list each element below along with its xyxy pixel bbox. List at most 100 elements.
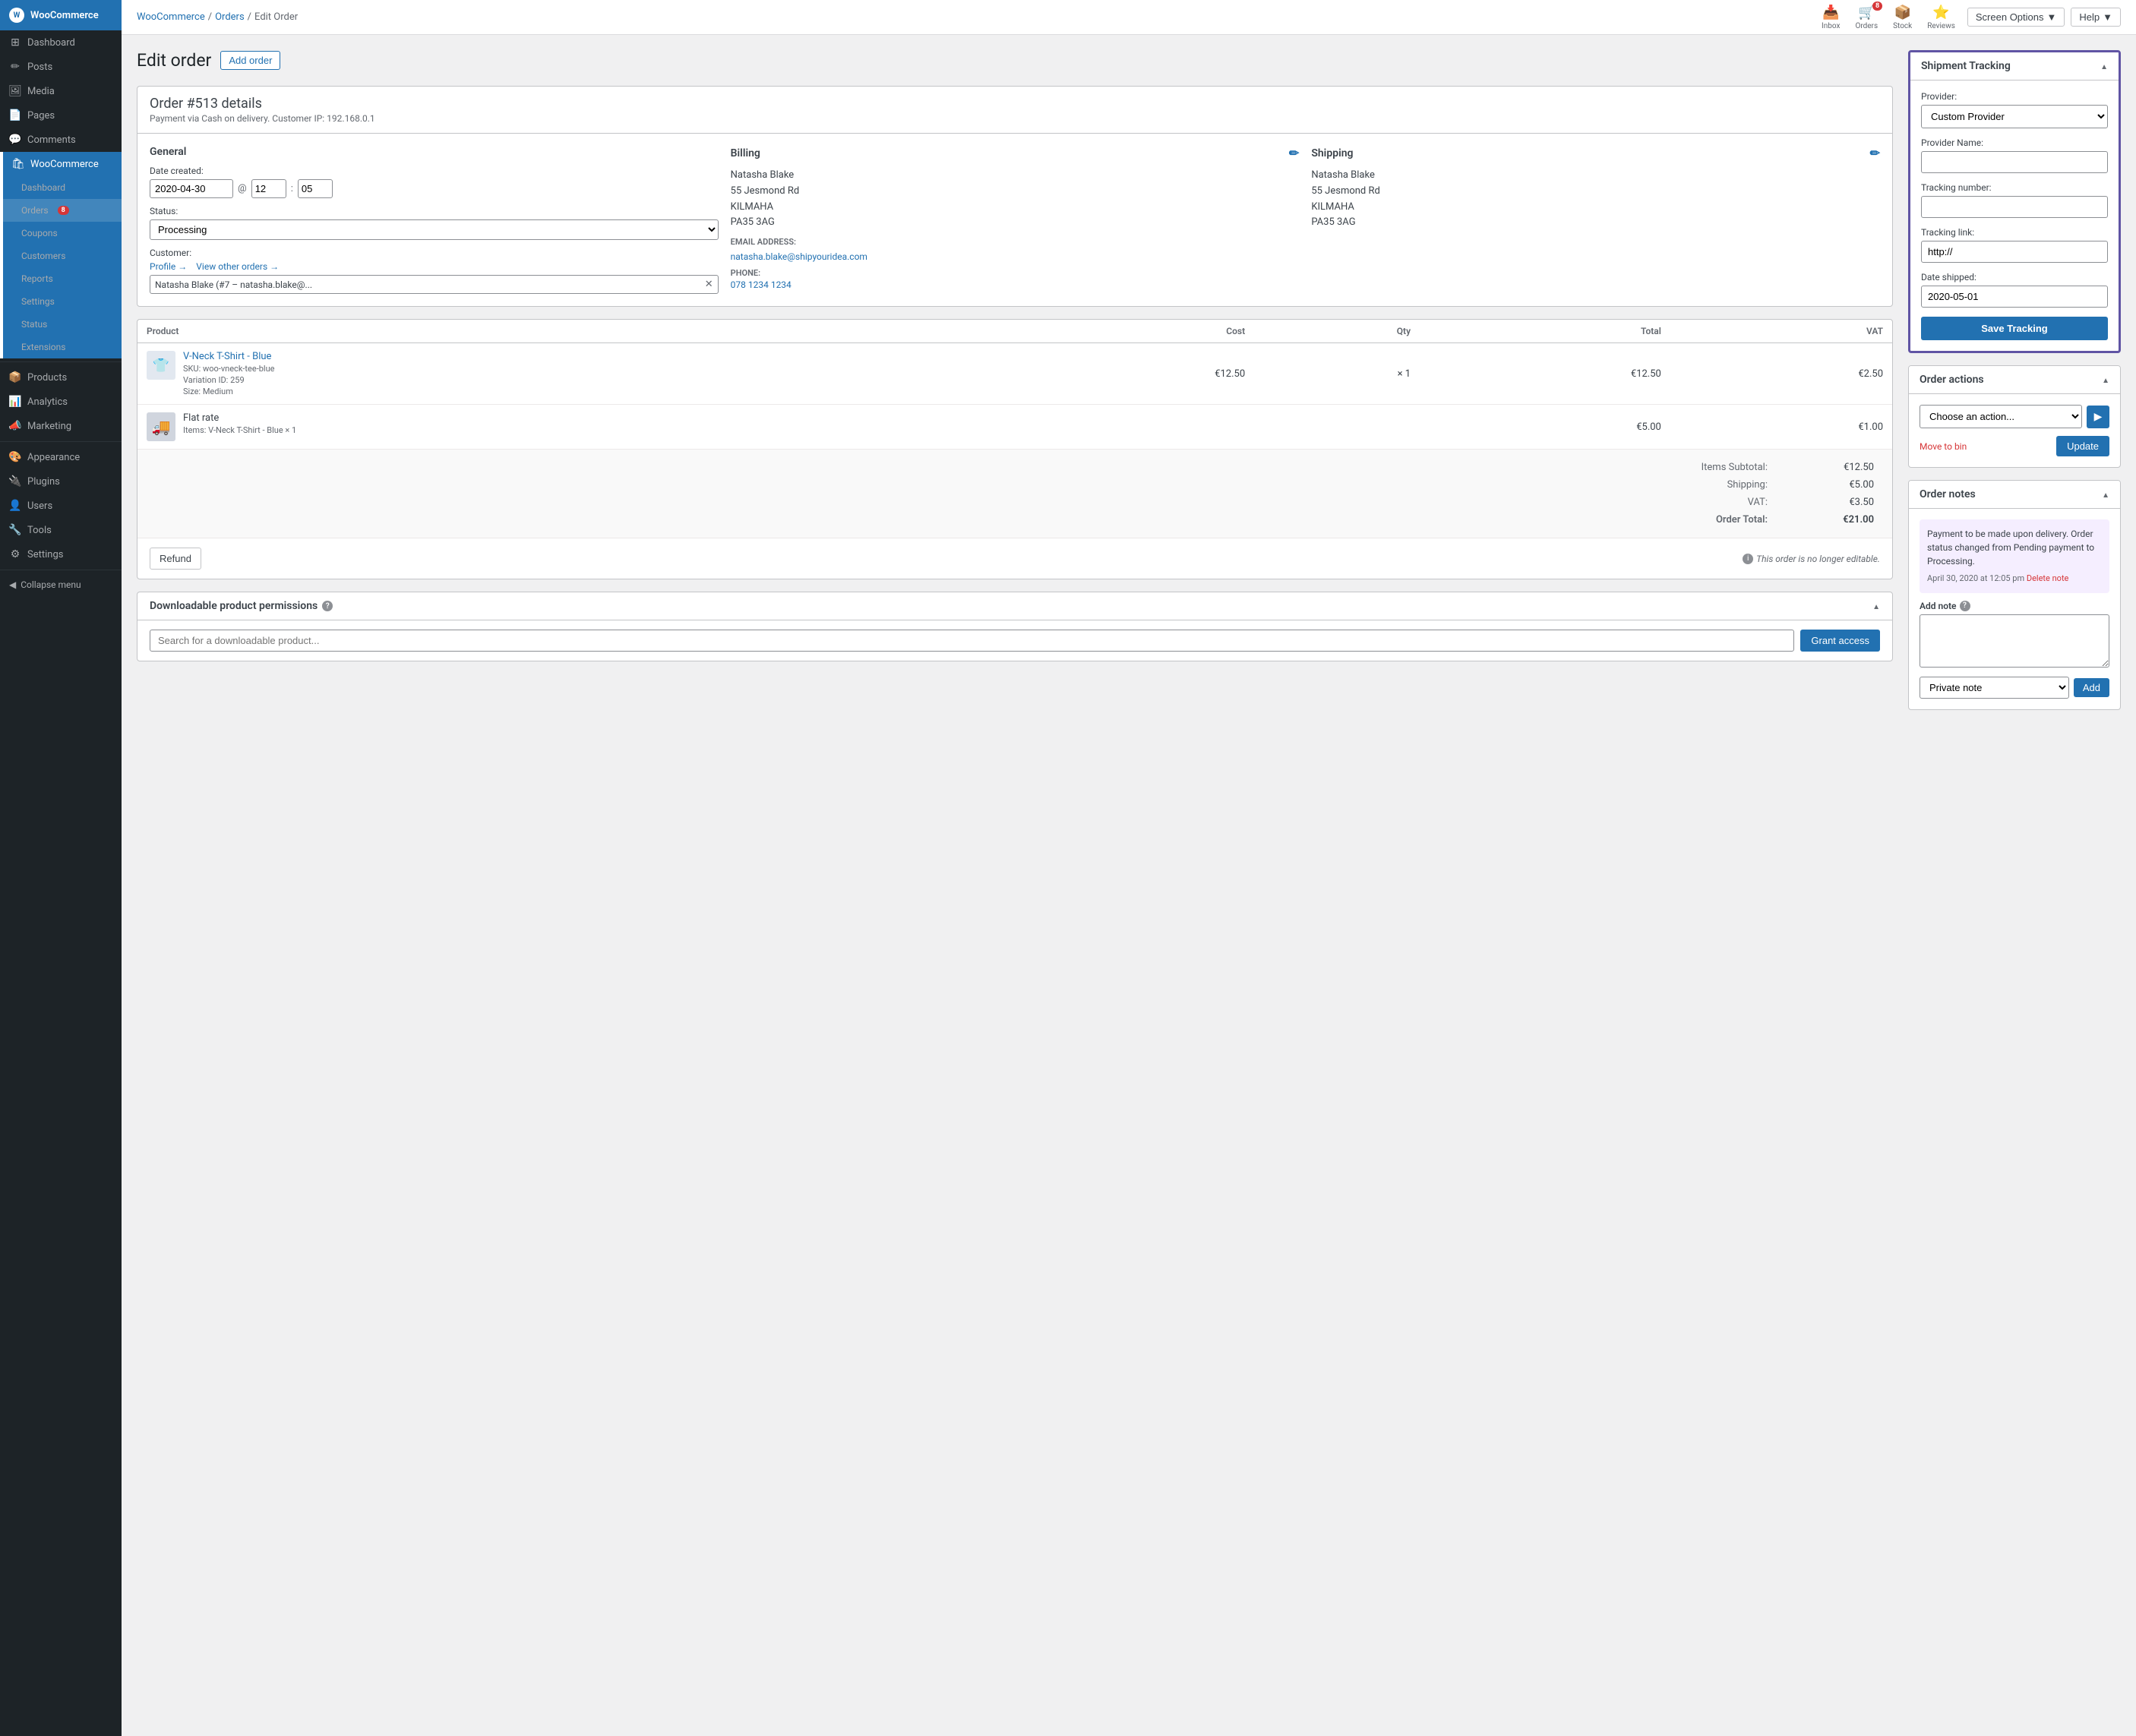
update-button[interactable]: Update	[2056, 436, 2109, 456]
plugins-icon: 🔌	[9, 475, 21, 488]
grant-access-button[interactable]: Grant access	[1800, 630, 1880, 652]
shipping-name: Flat rate	[183, 412, 219, 424]
tracking-number-label: Tracking number:	[1921, 182, 2108, 193]
note-text: Payment to be made upon delivery. Order …	[1927, 529, 2094, 567]
breadcrumb: WooCommerce / Orders / Edit Order	[137, 11, 298, 23]
customer-clear[interactable]: ✕	[705, 279, 713, 290]
status-label: Status	[21, 319, 47, 330]
date-created-label: Date created:	[150, 166, 719, 176]
tracking-number-input[interactable]	[1921, 196, 2108, 218]
product-name-link[interactable]: V-Neck T-Shirt - Blue	[183, 351, 271, 362]
sidebar-logo-label: WooCommerce	[30, 10, 99, 21]
breadcrumb-woocommerce[interactable]: WooCommerce	[137, 11, 205, 23]
provider-select[interactable]: Custom Provider	[1921, 105, 2108, 128]
shipping-edit-icon[interactable]: ✏	[1870, 146, 1880, 160]
downloadable-search-row: Grant access	[150, 630, 1880, 652]
billing-edit-icon[interactable]: ✏	[1289, 146, 1299, 160]
sidebar-item-products[interactable]: 📦 Products	[0, 365, 122, 390]
sidebar-item-woocommerce[interactable]: 🛍 WooCommerce	[3, 152, 122, 176]
billing-email[interactable]: natasha.blake@shipyouridea.com	[731, 251, 1300, 262]
reviews-icon-item[interactable]: ⭐ Reviews	[1927, 5, 1955, 30]
analytics-icon: 📊	[9, 396, 21, 408]
shipping-qty-empty	[1254, 405, 1420, 450]
stock-icon-item[interactable]: 📦 Stock	[1893, 5, 1912, 30]
date-shipped-input[interactable]	[1921, 286, 2108, 308]
billing-phone[interactable]: 078 1234 1234	[731, 279, 1300, 290]
stock-icon: 📦	[1894, 5, 1910, 21]
billing-name: Natasha Blake	[731, 168, 1300, 184]
sidebar-item-plugins[interactable]: 🔌 Plugins	[0, 469, 122, 494]
add-order-button[interactable]: Add order	[220, 51, 280, 70]
provider-name-input[interactable]	[1921, 151, 2108, 173]
sidebar-item-settings[interactable]: Settings	[3, 290, 122, 313]
product-image: 👕	[147, 351, 175, 380]
sidebar-item-woo-dashboard[interactable]: Dashboard	[3, 176, 122, 199]
shipping-city: KILMAHA	[1311, 200, 1880, 216]
sidebar-item-label: Settings	[27, 549, 63, 560]
orders-icon-item[interactable]: 🛒 8 Orders	[1855, 5, 1878, 30]
inbox-icon-item[interactable]: 📥 Inbox	[1822, 5, 1840, 30]
action-select[interactable]: Choose an action...	[1920, 405, 2082, 428]
note-meta: April 30, 2020 at 12:05 pm Delete note	[1927, 573, 2102, 586]
order-number: Order #513 details	[150, 96, 1880, 112]
shipping-address: Natasha Blake 55 Jesmond Rd KILMAHA PA35…	[1311, 168, 1880, 231]
breadcrumb-orders[interactable]: Orders	[215, 11, 245, 23]
sidebar-item-label: Appearance	[27, 452, 80, 463]
profile-link[interactable]: Profile →	[150, 261, 187, 272]
sidebar-item-coupons[interactable]: Coupons	[3, 222, 122, 245]
tracking-link-input[interactable]	[1921, 241, 2108, 263]
sidebar-item-customers[interactable]: Customers	[3, 245, 122, 267]
sidebar-item-orders[interactable]: Orders 8	[3, 199, 122, 222]
screen-options-button[interactable]: Screen Options ▼	[1967, 8, 2065, 27]
sidebar-item-posts[interactable]: ✏ Posts	[0, 55, 122, 79]
sidebar-item-label: Dashboard	[27, 37, 75, 49]
sidebar-item-label: Plugins	[27, 476, 60, 488]
downloadable-search-input[interactable]	[150, 630, 1794, 652]
downloadable-body: Grant access	[137, 620, 1892, 661]
orders-topbar-label: Orders	[1855, 22, 1878, 30]
sidebar-item-status[interactable]: Status	[3, 313, 122, 336]
sidebar-item-dashboard[interactable]: ⊞ Dashboard	[0, 30, 122, 55]
reviews-label: Reviews	[1927, 22, 1955, 30]
help-chevron: ▼	[2103, 11, 2112, 23]
col-vat: VAT	[1670, 320, 1892, 343]
settings-label: Settings	[21, 296, 55, 307]
note-type-select[interactable]: Private note	[1920, 677, 2069, 699]
sidebar-item-settings2[interactable]: ⚙ Settings	[0, 542, 122, 567]
time-hour-input[interactable]	[251, 179, 286, 198]
refund-button[interactable]: Refund	[150, 548, 201, 570]
shipment-tracking-title: Shipment Tracking	[1921, 60, 2011, 72]
shipping-name: Natasha Blake	[1311, 168, 1880, 184]
action-go-button[interactable]: ▶	[2087, 406, 2109, 428]
sidebar-item-label: Posts	[27, 62, 52, 73]
order-payment-info: Payment via Cash on delivery. Customer I…	[150, 113, 1880, 124]
sidebar-item-pages[interactable]: 📄 Pages	[0, 103, 122, 128]
sidebar-item-media[interactable]: 🖼 Media	[0, 79, 122, 103]
view-orders-link[interactable]: View other orders →	[196, 261, 279, 272]
status-select[interactable]: Processing	[150, 219, 719, 240]
sidebar-item-marketing[interactable]: 📣 Marketing	[0, 414, 122, 438]
topbar-right: 📥 Inbox 🛒 8 Orders 📦 Stock ⭐ Reviews	[1822, 5, 2121, 30]
note-textarea[interactable]	[1920, 614, 2109, 668]
sidebar-item-appearance[interactable]: 🎨 Appearance	[0, 445, 122, 469]
save-tracking-button[interactable]: Save Tracking	[1921, 317, 2108, 340]
provider-label: Provider:	[1921, 91, 2108, 102]
sidebar-item-label: Products	[27, 372, 67, 383]
time-min-input[interactable]	[298, 179, 333, 198]
sidebar-item-analytics[interactable]: 📊 Analytics	[0, 390, 122, 414]
delete-note-link[interactable]: Delete note	[2027, 573, 2069, 583]
move-to-bin-link[interactable]: Move to bin	[1920, 441, 1967, 452]
sidebar-item-users[interactable]: 👤 Users	[0, 494, 122, 518]
sidebar-logo[interactable]: W WooCommerce	[0, 0, 122, 30]
add-note-info-icon: ?	[1960, 601, 1970, 611]
downloadable-header[interactable]: Downloadable product permissions ?	[137, 592, 1892, 620]
sidebar-item-tools[interactable]: 🔧 Tools	[0, 518, 122, 542]
order-actions-panel: Order actions Choose an action... ▶ Move…	[1908, 365, 2121, 468]
add-note-button[interactable]: Add	[2074, 678, 2109, 697]
sidebar-item-comments[interactable]: 💬 Comments	[0, 128, 122, 152]
date-created-input[interactable]	[150, 179, 233, 198]
sidebar-item-reports[interactable]: Reports	[3, 267, 122, 290]
help-button[interactable]: Help ▼	[2071, 8, 2121, 27]
sidebar-item-extensions[interactable]: Extensions	[3, 336, 122, 358]
sidebar-collapse[interactable]: ◀ Collapse menu	[0, 573, 122, 596]
